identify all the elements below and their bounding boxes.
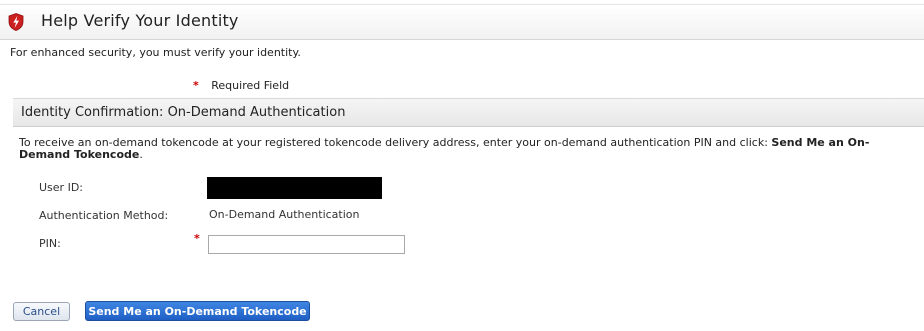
required-field-label: Required Field bbox=[211, 79, 290, 92]
required-marker: * bbox=[193, 79, 199, 92]
section-title: Identity Confirmation: On-Demand Authent… bbox=[21, 105, 346, 120]
send-tokencode-button[interactable]: Send Me an On-Demand Tokencode bbox=[85, 301, 310, 321]
required-field-legend: * Required Field bbox=[193, 79, 289, 92]
pin-label: PIN: bbox=[39, 237, 61, 250]
pin-required-marker: * bbox=[194, 232, 200, 245]
shield-icon bbox=[8, 13, 24, 31]
page-title: Help Verify Your Identity bbox=[41, 11, 239, 30]
auth-method-label: Authentication Method: bbox=[39, 209, 169, 222]
user-id-label: User ID: bbox=[39, 181, 83, 194]
instructions-text: To receive an on-demand tokencode at you… bbox=[19, 137, 914, 161]
instructions-suffix: . bbox=[139, 148, 143, 161]
auth-method-value: On-Demand Authentication bbox=[209, 208, 360, 221]
intro-text: For enhanced security, you must verify y… bbox=[10, 46, 301, 59]
section-header: Identity Confirmation: On-Demand Authent… bbox=[13, 98, 924, 127]
title-bar: Help Verify Your Identity bbox=[0, 4, 924, 40]
cancel-button[interactable]: Cancel bbox=[13, 302, 70, 321]
verify-identity-page: Help Verify Your Identity For enhanced s… bbox=[0, 0, 924, 331]
user-id-value-redacted bbox=[207, 177, 382, 199]
pin-input[interactable] bbox=[208, 235, 405, 254]
